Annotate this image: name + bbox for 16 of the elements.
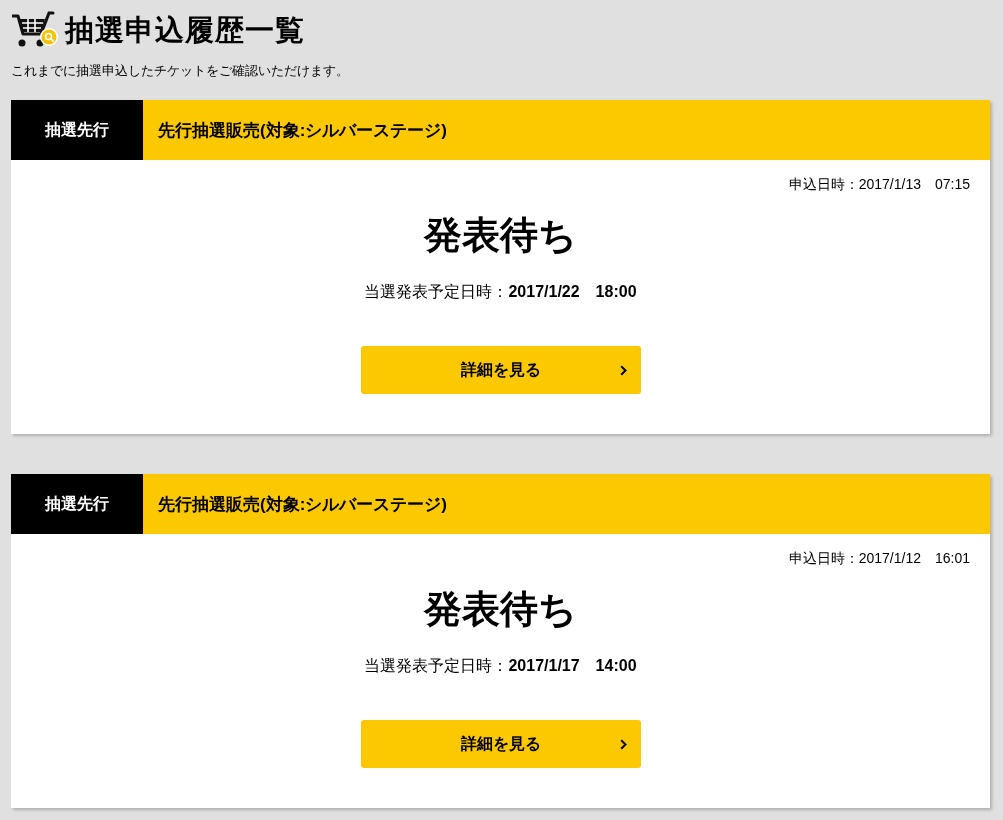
status-text: 発表待ち [424, 213, 577, 258]
sale-name-bar: 先行抽選販売(対象:シルバーステージ) [143, 100, 990, 160]
page-description: これまでに抽選申込したチケットをご確認いただけます。 [11, 62, 350, 80]
chevron-right-icon [619, 364, 627, 376]
details-button[interactable]: 詳細を見る [360, 346, 641, 394]
category-tag: 抽選先行 [11, 100, 143, 160]
chevron-right-icon [619, 738, 627, 750]
applied-datetime: 申込日時：2017/1/13 07:15 [788, 175, 970, 194]
details-button[interactable]: 詳細を見る [360, 720, 641, 768]
page-title: 抽選申込履歴一覧 [65, 13, 305, 48]
announcement-datetime: 当選発表予定日時：2017/1/22 18:00 [364, 282, 637, 302]
announcement-datetime: 当選発表予定日時：2017/1/17 14:00 [364, 656, 637, 676]
status-text: 発表待ち [424, 587, 577, 632]
category-tag: 抽選先行 [11, 474, 143, 534]
applied-datetime: 申込日時：2017/1/12 16:01 [788, 549, 970, 568]
sale-name-bar: 先行抽選販売(対象:シルバーステージ) [143, 474, 990, 534]
